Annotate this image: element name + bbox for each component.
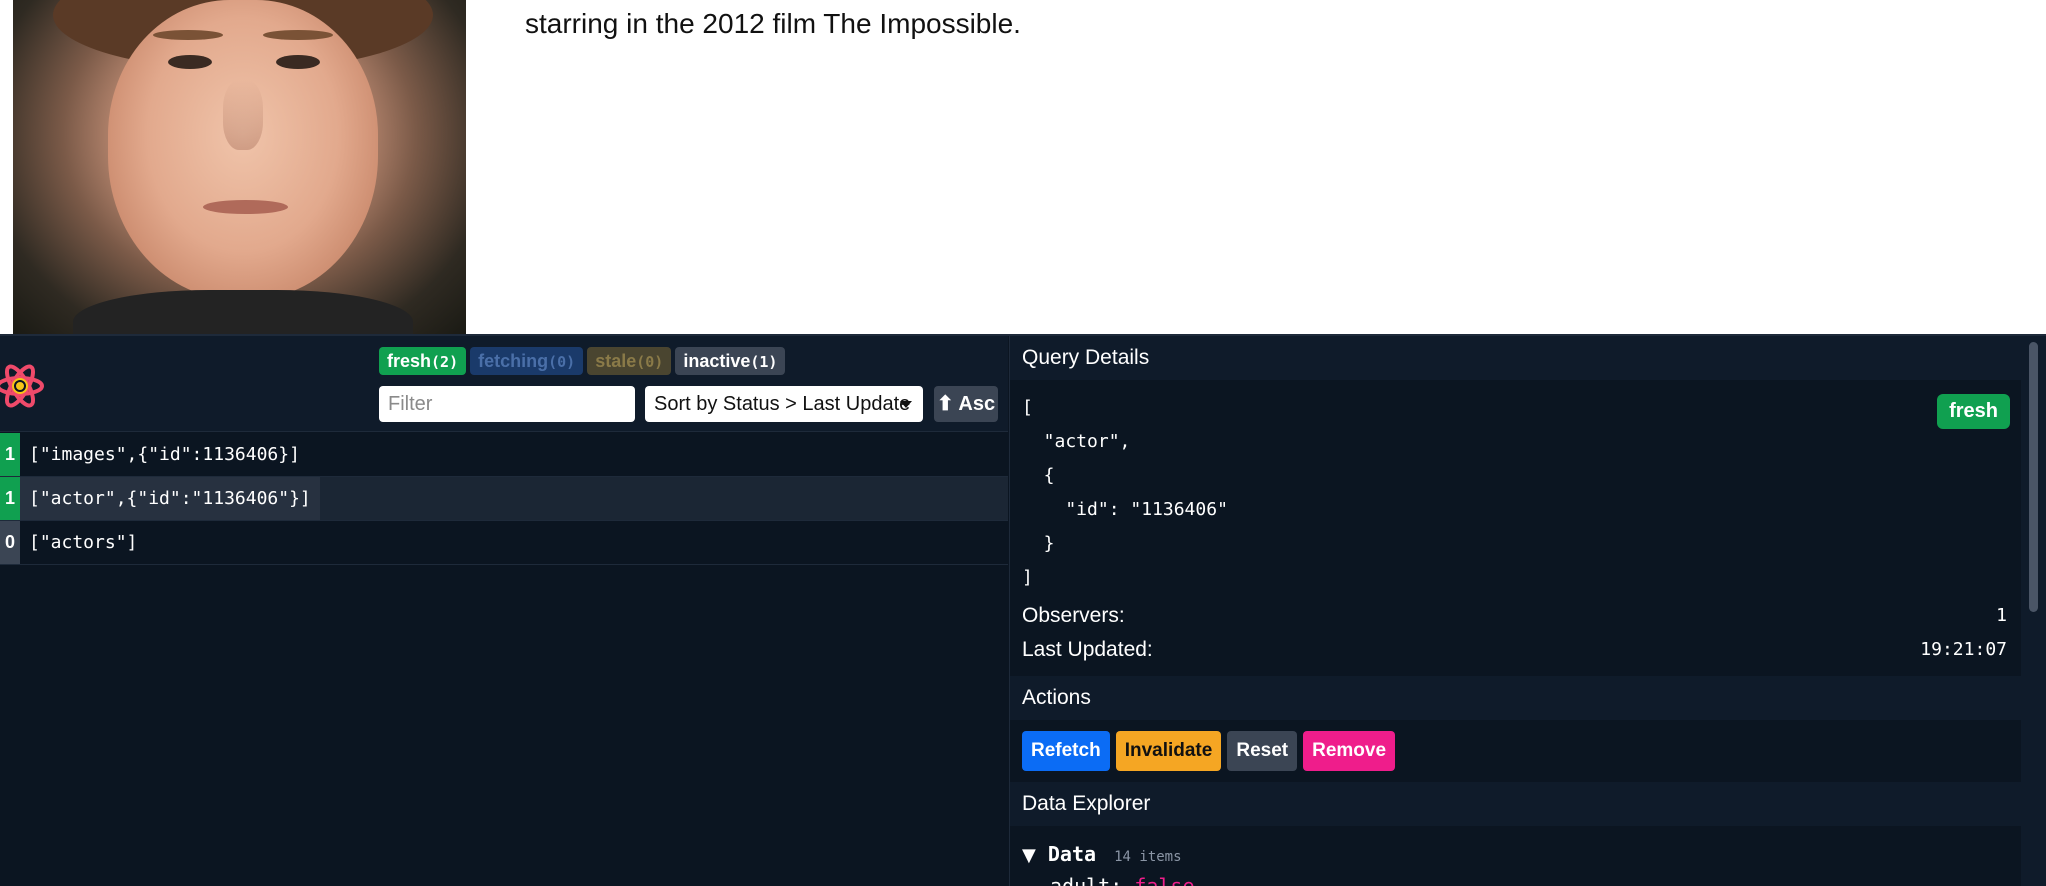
actions-header: Actions: [1010, 676, 2021, 720]
invalidate-button[interactable]: Invalidate: [1115, 731, 1222, 771]
reset-button[interactable]: Reset: [1227, 731, 1298, 771]
refetch-button[interactable]: Refetch: [1022, 731, 1110, 771]
react-query-logo-icon[interactable]: [0, 358, 48, 414]
data-explorer-child[interactable]: adult: false: [1050, 874, 1195, 886]
query-status-pill: fresh: [1937, 394, 2010, 429]
query-row[interactable]: 1 ["images",{"id":1136406}]: [0, 433, 1008, 477]
details-scrollbar[interactable]: [2021, 336, 2046, 886]
filter-input[interactable]: [379, 386, 635, 422]
sort-direction-button[interactable]: ⬆ Asc: [934, 386, 998, 422]
remove-button[interactable]: Remove: [1303, 731, 1396, 771]
actor-photo: [13, 0, 466, 334]
last-updated-label: Last Updated:: [1022, 638, 1153, 661]
data-item-count: 14 items: [1114, 849, 1182, 865]
data-child-key: adult: [1050, 874, 1111, 886]
chevron-down-icon: [900, 401, 912, 408]
observers-value: 1: [1996, 605, 2007, 626]
react-query-devtools: fresh(2) fetching(0) stale(0) inactive(1…: [0, 334, 2046, 886]
data-explorer-header: Data Explorer: [1010, 782, 2021, 826]
last-updated-value: 19:21:07: [1920, 639, 2007, 660]
fresh-badge: fresh(2): [379, 347, 467, 375]
page-content: starring in the 2012 film The Impossible…: [0, 0, 2046, 334]
query-key-json: [ "actor", { "id": "1136406" } ]: [1022, 397, 1228, 588]
query-list-panel: fresh(2) fetching(0) stale(0) inactive(1…: [0, 336, 1008, 886]
observer-count: 0: [0, 521, 20, 564]
sort-select[interactable]: Sort by Status > Last Update: [645, 386, 923, 422]
query-list-header: fresh(2) fetching(0) stale(0) inactive(1…: [0, 336, 1008, 432]
data-explorer-root[interactable]: ▼ Data 14 items: [1022, 842, 1182, 866]
last-updated-row: Last Updated: 19:21:07: [1022, 634, 2007, 666]
query-key: ["actor",{"id":"1136406"}]: [20, 477, 320, 520]
triangle-down-icon: ▼: [1022, 845, 1036, 866]
query-key: ["images",{"id":1136406}]: [29, 444, 300, 465]
query-details-header: Query Details: [1010, 336, 2021, 380]
query-key: ["actors"]: [29, 532, 138, 553]
data-root-label: Data: [1047, 842, 1097, 866]
observers-label: Observers:: [1022, 604, 1125, 627]
query-row[interactable]: 0 ["actors"]: [0, 521, 1008, 565]
scrollbar-thumb[interactable]: [2029, 342, 2038, 612]
stale-badge: stale(0): [587, 347, 672, 375]
actor-bio-text: starring in the 2012 film The Impossible…: [525, 8, 1021, 39]
data-child-value: false: [1134, 874, 1195, 886]
observer-count: 1: [0, 433, 20, 476]
sort-select-label: Sort by Status > Last Update: [654, 393, 911, 415]
actions-bar: Refetch Invalidate Reset Remove: [1022, 731, 1396, 771]
observers-row: Observers: 1: [1022, 600, 2007, 632]
status-badges: fresh(2) fetching(0) stale(0) inactive(1…: [379, 347, 786, 375]
inactive-badge: inactive(1): [675, 347, 786, 375]
query-details-panel: Query Details [ "actor", { "id": "113640…: [1009, 336, 2021, 886]
fetching-badge: fetching(0): [470, 347, 584, 375]
observer-count: 1: [0, 477, 20, 520]
query-row-selected[interactable]: 1 ["actor",{"id":"1136406"}]: [0, 477, 1008, 521]
